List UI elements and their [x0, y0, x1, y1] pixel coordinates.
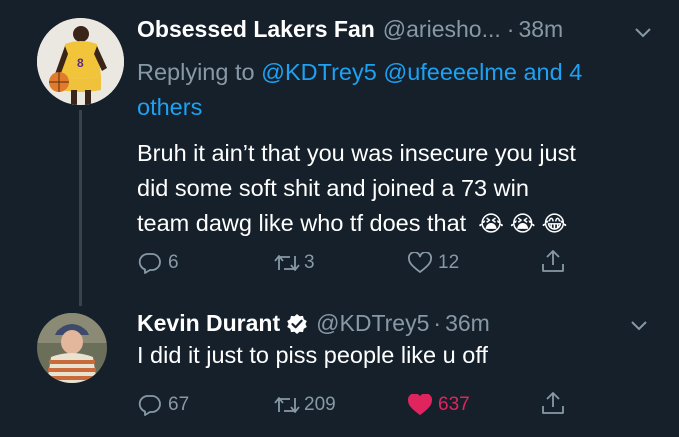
avatar[interactable]: 8: [37, 18, 124, 105]
tweet-line: team dawg like who tf does that: [137, 210, 467, 236]
reply-count: 67: [168, 394, 190, 415]
reply-others[interactable]: others: [137, 94, 202, 120]
chevron-down-icon[interactable]: [630, 319, 648, 337]
replying-to-label: Replying to: [137, 59, 262, 85]
timestamp[interactable]: 36m: [445, 310, 490, 337]
retweet-button[interactable]: 209: [273, 394, 336, 416]
reply-count: 6: [168, 252, 179, 273]
avatar-image: 8: [37, 18, 124, 105]
avatar[interactable]: [37, 313, 107, 383]
share-icon: [542, 250, 564, 272]
like-icon: [408, 252, 432, 273]
like-count: 12: [438, 252, 460, 273]
reply-icon: [138, 395, 161, 416]
replying-to: Replying to @KDTrey5 @ufeeeelme and 4 ot…: [137, 55, 637, 125]
handle[interactable]: @KDTrey5: [316, 310, 429, 337]
like-icon: [408, 394, 432, 415]
like-button[interactable]: 637: [408, 394, 470, 416]
retweet-count: 209: [304, 394, 336, 415]
emoji-loudly-crying: 😭: [478, 211, 504, 236]
retweet-icon: [274, 255, 300, 271]
emoji-loudly-crying: 😭: [509, 211, 536, 236]
share-button[interactable]: [541, 248, 565, 274]
retweet-icon: [274, 397, 300, 413]
reply-button[interactable]: 6: [138, 252, 179, 274]
verified-icon: [287, 313, 307, 334]
retweet-count: 3: [304, 252, 315, 273]
retweet-button[interactable]: 3: [273, 252, 315, 274]
reply-mentions[interactable]: @KDTrey5 @ufeeeelme and 4: [261, 59, 582, 85]
tweet-line: Bruh it ain’t that you was insecure you …: [137, 140, 576, 166]
reply-icon: [138, 253, 161, 274]
like-count: 637: [438, 394, 470, 415]
chevron-down-icon[interactable]: [634, 26, 652, 44]
handle[interactable]: @ariesho...: [383, 16, 501, 43]
like-button[interactable]: 12: [408, 252, 459, 274]
avatar-image: [37, 313, 107, 383]
separator-dot: ·: [506, 16, 515, 42]
tweet-text: I did it just to piss people like u off: [137, 338, 657, 373]
tweet-line: did some soft shit and joined a 73 win: [137, 175, 529, 201]
emoji-joy: 😂: [541, 211, 568, 236]
jersey-number: 8: [77, 56, 84, 70]
tweet-line: I did it just to piss people like u off: [137, 342, 488, 368]
separator-dot: ·: [433, 310, 442, 336]
display-name[interactable]: Kevin Durant: [137, 310, 280, 337]
thread-line: [79, 110, 82, 306]
tweet-text: Bruh it ain’t that you was insecure you …: [137, 136, 657, 241]
display-name[interactable]: Obsessed Lakers Fan: [137, 16, 375, 43]
share-icon: [542, 392, 564, 414]
share-button[interactable]: [541, 390, 565, 416]
timestamp[interactable]: 38m: [518, 16, 563, 43]
reply-button[interactable]: 67: [138, 394, 189, 416]
